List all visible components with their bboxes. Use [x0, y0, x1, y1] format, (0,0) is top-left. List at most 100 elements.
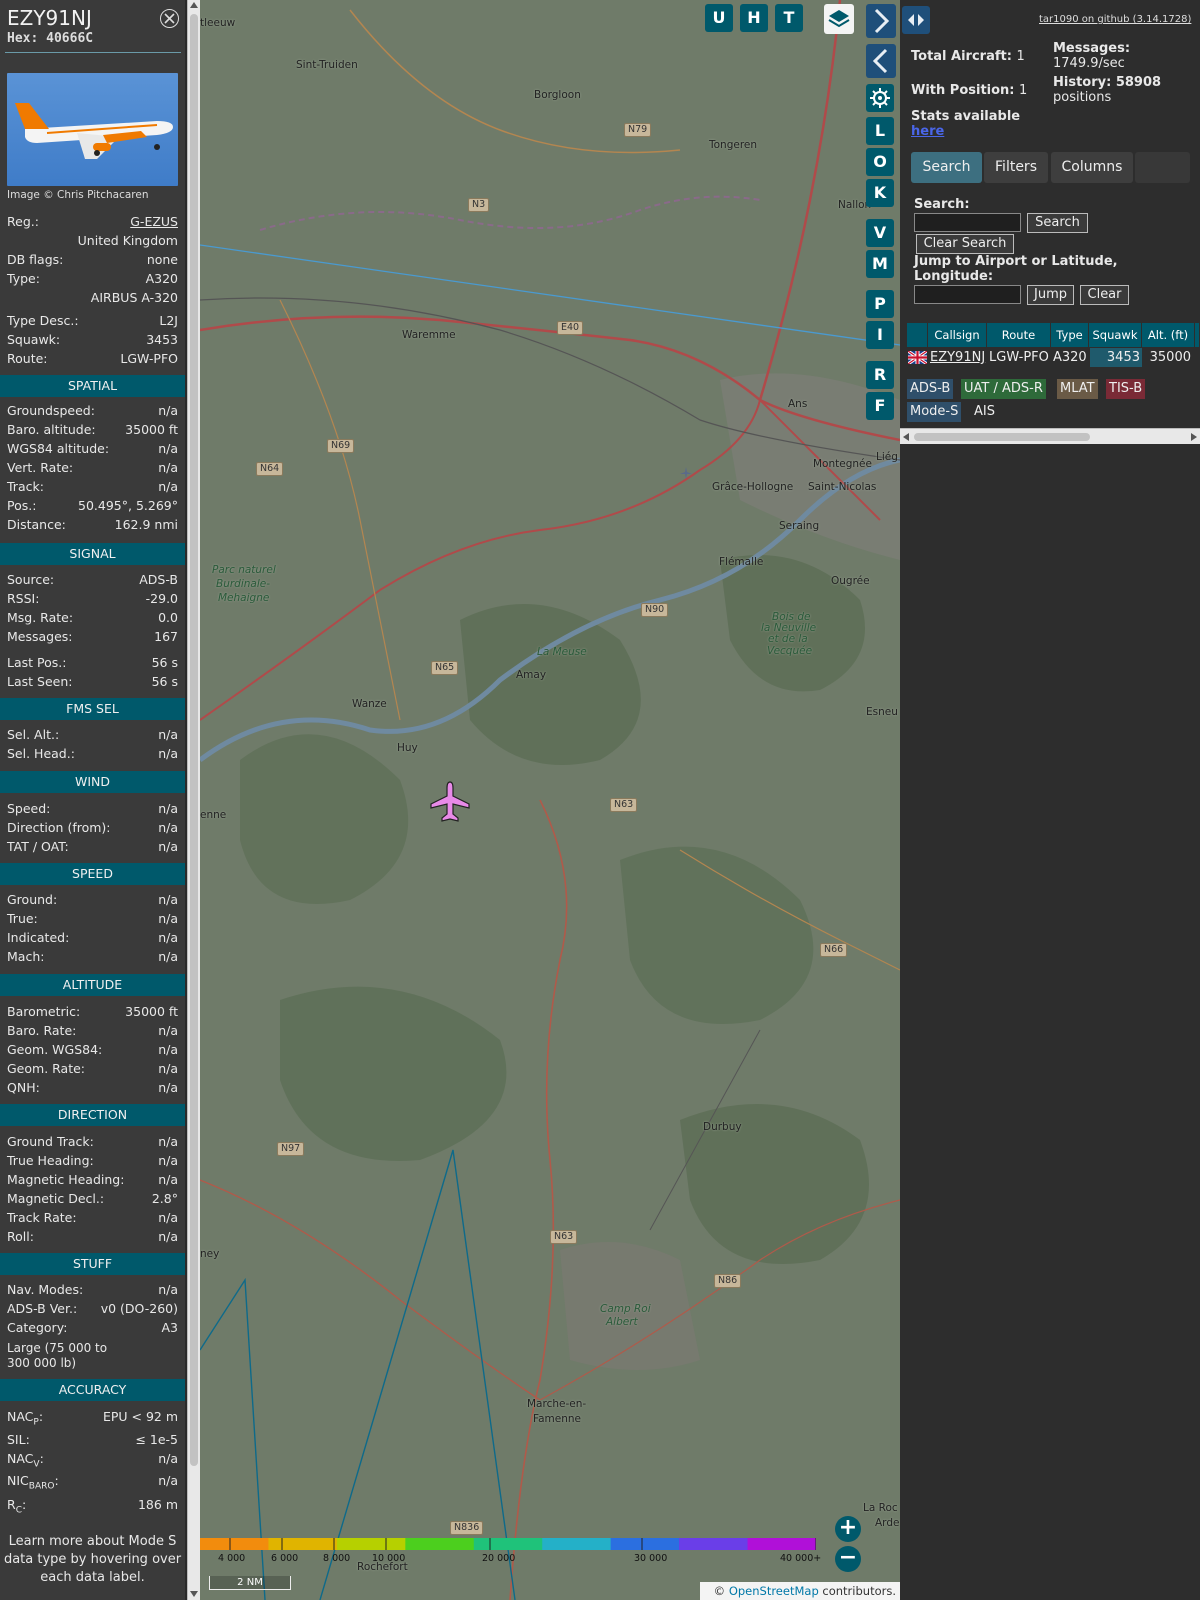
- map-button-i[interactable]: I: [866, 321, 894, 349]
- info-row: Last Seen: 56 s: [7, 674, 178, 689]
- layers-button[interactable]: [824, 4, 854, 34]
- map-button-l[interactable]: L: [866, 117, 894, 145]
- squawk-row: Squawk: 3453: [7, 332, 178, 347]
- road-shield: N64: [256, 462, 284, 476]
- road-shield: N65: [431, 661, 459, 675]
- legend-ais: AIS: [971, 402, 998, 422]
- table-header-type[interactable]: Type: [1051, 323, 1089, 347]
- info-row: Speed: n/a: [7, 801, 178, 816]
- table-header-route[interactable]: Route: [987, 323, 1051, 347]
- toggle-layout-button[interactable]: [902, 6, 930, 34]
- info-row: Roll: n/a: [7, 1229, 178, 1244]
- place-label: Tongeren: [709, 139, 758, 151]
- registration-link[interactable]: G-EZUS: [130, 213, 178, 231]
- info-row: NACV: n/a: [7, 1451, 178, 1470]
- altitude-color-band: [200, 1538, 270, 1550]
- info-row: Indicated: n/a: [7, 930, 178, 945]
- info-row: Baro. Rate: n/a: [7, 1023, 178, 1038]
- header-divider: [5, 52, 181, 53]
- place-label: Huy: [397, 742, 418, 754]
- road-shield: N63: [610, 798, 638, 812]
- search-input[interactable]: [914, 213, 1021, 232]
- info-row: Pos.: 50.495°, 5.269°: [7, 498, 178, 513]
- place-label: Marche-en-: [527, 1398, 587, 1410]
- close-icon[interactable]: [160, 9, 179, 28]
- zoom-in-button[interactable]: +: [835, 1516, 861, 1542]
- legend-mlat: MLAT: [1057, 379, 1098, 399]
- table-header-flag[interactable]: [907, 323, 928, 347]
- map-button-u[interactable]: U: [705, 4, 733, 32]
- info-row: RSSI: -29.0: [7, 591, 178, 606]
- with-position: With Position: 1: [911, 83, 1028, 98]
- tab-search[interactable]: Search: [911, 152, 982, 183]
- map-button-t[interactable]: T: [775, 4, 803, 32]
- info-row: Ground: n/a: [7, 892, 178, 907]
- tab-filters[interactable]: Filters: [984, 152, 1048, 183]
- altitude-tick-label: 8 000: [323, 1553, 351, 1564]
- altitude-color-band: [405, 1538, 475, 1550]
- search-label: Search:: [914, 197, 970, 212]
- info-row: Geom. WGS84: n/a: [7, 1042, 178, 1057]
- map-button-v[interactable]: V: [866, 219, 894, 247]
- altitude-color-band: [336, 1538, 407, 1550]
- uk-flag-icon: [908, 351, 927, 364]
- section-stuff: STUFF: [0, 1253, 185, 1275]
- info-panel-scrollbar[interactable]: [187, 0, 200, 1600]
- section-wind: WIND: [0, 771, 185, 793]
- clear-search-button[interactable]: Clear Search: [916, 234, 1014, 254]
- row-altitude: 35000: [1149, 350, 1191, 365]
- map-button-o[interactable]: O: [866, 148, 894, 176]
- place-label: Waremme: [402, 329, 456, 341]
- table-header-squawk[interactable]: Squawk: [1089, 323, 1142, 347]
- place-label: La Roc: [863, 1502, 898, 1514]
- expand-sidebar-button[interactable]: [866, 44, 896, 78]
- road-shield: N97: [277, 1142, 305, 1156]
- place-label: Liég: [876, 451, 898, 463]
- map-scale: 2 NM: [209, 1576, 291, 1590]
- jump-input[interactable]: [914, 285, 1021, 304]
- info-row: NICBARO: n/a: [7, 1473, 178, 1492]
- type-row: Type: A320: [7, 271, 178, 286]
- search-button[interactable]: Search: [1027, 213, 1088, 233]
- zoom-out-button[interactable]: −: [835, 1546, 861, 1572]
- aircraft-marker-icon[interactable]: [428, 780, 472, 824]
- chevron-left-icon: [872, 48, 888, 74]
- jump-button[interactable]: Jump: [1027, 285, 1074, 305]
- map-button-r[interactable]: R: [866, 361, 894, 389]
- map-button-k[interactable]: K: [866, 179, 894, 207]
- osm-link[interactable]: OpenStreetMap: [729, 1584, 819, 1598]
- place-label: Durbuy: [703, 1121, 742, 1133]
- table-header-callsign[interactable]: Callsign: [928, 323, 987, 347]
- total-aircraft: Total Aircraft: 1: [911, 49, 1025, 64]
- country-row: United Kingdom: [77, 233, 178, 248]
- legend-adsb: ADS-B: [907, 379, 954, 399]
- map-button-p[interactable]: P: [866, 290, 894, 318]
- info-row: Geom. Rate: n/a: [7, 1061, 178, 1076]
- collapse-sidebar-button[interactable]: [866, 4, 896, 38]
- clear-button[interactable]: Clear: [1080, 285, 1129, 305]
- map-view[interactable]: tleeuw Sint-Truiden Borgloon Tongeren Wa…: [200, 0, 900, 1600]
- info-row: Ground Track: n/a: [7, 1134, 178, 1149]
- map-button-f[interactable]: F: [866, 392, 894, 420]
- map-button-h[interactable]: H: [740, 4, 768, 32]
- info-row: Last Pos.: 56 s: [7, 655, 178, 670]
- github-link[interactable]: tar1090 on github (3.14.1728): [1039, 14, 1191, 25]
- tab-columns[interactable]: Columns: [1051, 152, 1133, 183]
- info-row: Messages: 167: [7, 629, 178, 644]
- map-button-m[interactable]: M: [866, 250, 894, 278]
- aircraft-photo[interactable]: [7, 73, 178, 186]
- info-row: SIL: ≤ 1e-5: [7, 1432, 178, 1447]
- place-label: Ougrée: [831, 575, 870, 587]
- stats-link[interactable]: here: [911, 124, 1020, 139]
- table-header-altitude[interactable]: Alt. (ft): [1142, 323, 1195, 347]
- info-row: Track Rate: n/a: [7, 1210, 178, 1225]
- list-horizontal-scrollbar[interactable]: [900, 428, 1200, 444]
- info-row: WGS84 altitude: n/a: [7, 441, 178, 456]
- airport-icon: [680, 467, 692, 479]
- table-header-more[interactable]: [1195, 323, 1200, 347]
- settings-button[interactable]: [866, 84, 894, 112]
- row-type: A320: [1053, 350, 1087, 365]
- info-row: Mach: n/a: [7, 949, 178, 964]
- row-callsign-link[interactable]: EZY91NJ: [930, 348, 985, 367]
- nature-label: Camp Roi: [600, 1303, 651, 1315]
